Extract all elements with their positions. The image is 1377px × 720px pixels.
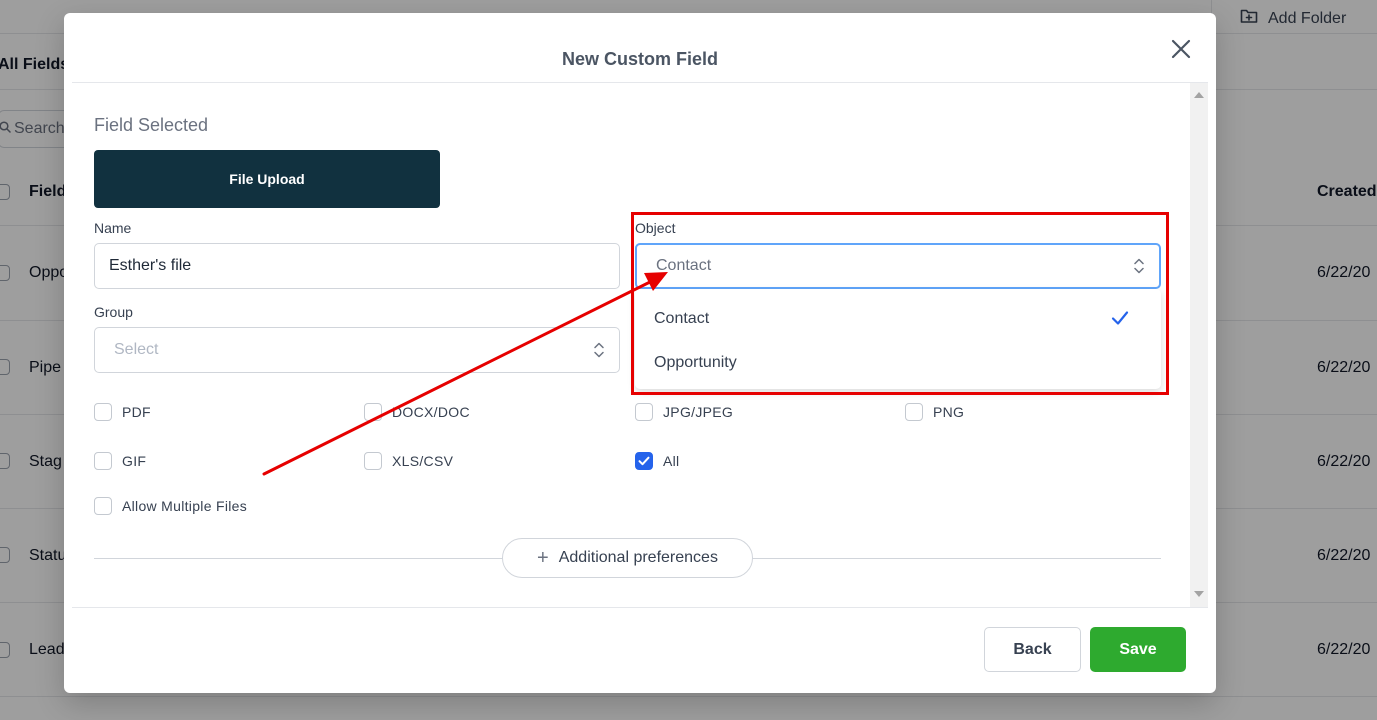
object-dropdown-menu: Contact Opportunity	[635, 289, 1161, 389]
field-selected-label: Field Selected	[94, 115, 209, 135]
checkbox-label: All	[663, 453, 680, 469]
modal-footer-divider	[72, 607, 1208, 608]
checkbox-box[interactable]	[364, 452, 382, 470]
scroll-up-arrow-icon[interactable]	[1194, 92, 1204, 98]
checkbox-docx-doc[interactable]: DOCX/DOC	[364, 403, 470, 421]
name-input[interactable]	[94, 243, 620, 289]
modal-header-divider	[72, 82, 1208, 83]
chevron-up-down-icon	[1133, 257, 1145, 275]
group-label: Group	[94, 304, 133, 320]
back-button[interactable]: Back	[984, 627, 1081, 672]
checkbox-box[interactable]	[94, 452, 112, 470]
checkbox-label: DOCX/DOC	[392, 404, 470, 420]
object-select[interactable]: Contact	[635, 243, 1161, 289]
check-icon	[1111, 310, 1129, 326]
plus-icon: +	[537, 547, 549, 569]
checkbox-jpg-jpeg[interactable]: JPG/JPEG	[635, 403, 733, 421]
checkbox-box[interactable]	[94, 497, 112, 515]
save-button[interactable]: Save	[1090, 627, 1186, 672]
checkbox-label: Allow Multiple Files	[122, 498, 248, 514]
checkbox-pdf[interactable]: PDF	[94, 403, 151, 421]
checkbox-gif[interactable]: GIF	[94, 452, 146, 470]
close-icon[interactable]	[1169, 37, 1193, 61]
checkbox-label: PNG	[933, 404, 965, 420]
dropdown-option-label: Opportunity	[654, 354, 737, 371]
name-label: Name	[94, 220, 132, 236]
checkbox-box[interactable]	[94, 403, 112, 421]
group-select[interactable]: Select	[94, 327, 620, 373]
field-type-card[interactable]: File Upload	[94, 150, 440, 208]
checkbox-allow-multiple-files[interactable]: Allow Multiple Files	[94, 497, 247, 515]
group-select-placeholder: Select	[114, 341, 159, 358]
dropdown-option-label: Contact	[654, 310, 710, 327]
checkbox-box[interactable]	[635, 403, 653, 421]
dropdown-option-opportunity[interactable]: Opportunity	[635, 341, 1161, 385]
new-custom-field-modal: New Custom Field Field Selected File Upl…	[64, 13, 1216, 693]
checkbox-box[interactable]	[905, 403, 923, 421]
object-label: Object	[635, 220, 676, 236]
modal-title: New Custom Field	[561, 49, 718, 69]
checkbox-label: GIF	[122, 453, 147, 469]
checkbox-box-checked[interactable]	[635, 452, 653, 470]
scroll-down-arrow-icon[interactable]	[1194, 591, 1204, 597]
chevron-up-down-icon	[593, 341, 605, 359]
additional-preferences-button[interactable]: + Additional preferences	[502, 538, 753, 578]
checkbox-png[interactable]: PNG	[905, 403, 964, 421]
checkbox-xls-csv[interactable]: XLS/CSV	[364, 452, 453, 470]
checkbox-box[interactable]	[364, 403, 382, 421]
checkmark-icon	[638, 456, 650, 466]
checkbox-all[interactable]: All	[635, 452, 679, 470]
dropdown-option-contact[interactable]: Contact	[635, 297, 1161, 341]
object-select-value: Contact	[656, 257, 712, 274]
checkbox-label: PDF	[122, 404, 151, 420]
additional-preferences-label: Additional preferences	[558, 549, 718, 566]
checkbox-label: JPG/JPEG	[663, 404, 734, 420]
checkbox-label: XLS/CSV	[392, 453, 454, 469]
modal-scrollbar[interactable]	[1190, 83, 1208, 607]
